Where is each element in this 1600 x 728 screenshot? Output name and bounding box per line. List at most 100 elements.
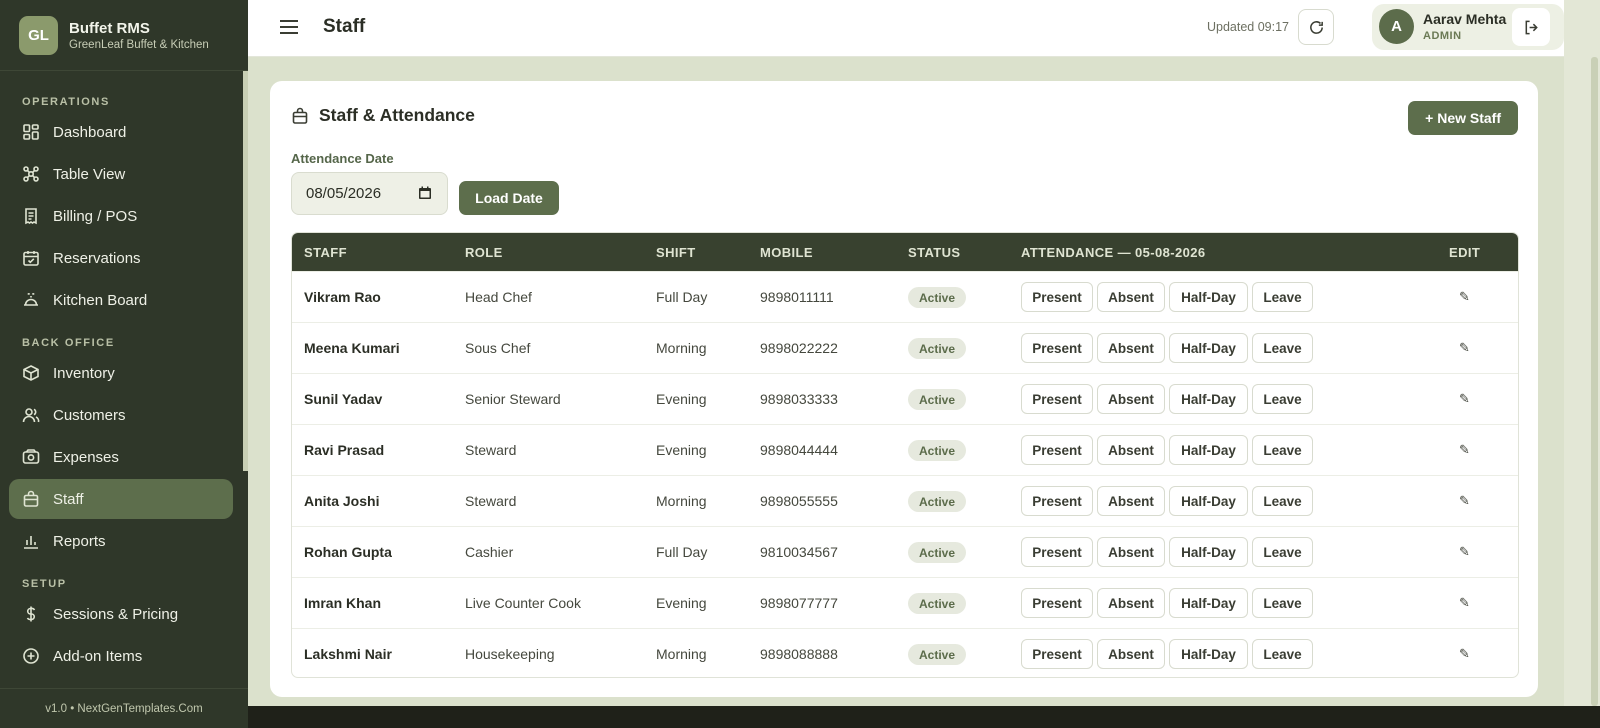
sidebar-item-add-on-items[interactable]: Add-on Items [9, 636, 233, 676]
attendance-leave-button[interactable]: Leave [1252, 639, 1313, 669]
attendance-date-label: Attendance Date [291, 151, 394, 166]
attendance-present-button[interactable]: Present [1021, 282, 1093, 312]
edit-icon[interactable]: ✎ [1459, 493, 1470, 509]
updated-timestamp: Updated 09:17 [1206, 20, 1289, 34]
sidebar-item-billing[interactable]: Billing / POS [9, 196, 233, 236]
sidebar-item-label: Reservations [53, 249, 141, 267]
attendance-half-day-button[interactable]: Half-Day [1169, 333, 1248, 363]
header-status[interactable]: STATUS [908, 245, 960, 260]
attendance-leave-button[interactable]: Leave [1252, 486, 1313, 516]
table-row: Ravi Prasad Steward Evening 9898044444 Activ… [292, 424, 1518, 475]
bag-icon [22, 490, 40, 508]
table-header: STAFF ROLE SHIFT MOBILE STATUS ATTENDANC… [292, 233, 1518, 271]
menu-icon[interactable] [279, 17, 299, 37]
header-staff[interactable]: STAFF [304, 245, 347, 260]
bottom-edge [248, 706, 1600, 728]
sidebar-item-kitchen-board[interactable]: Kitchen Board [9, 280, 233, 320]
date-value: 08/05/2026 [306, 185, 382, 202]
sidebar-item-customers[interactable]: Customers [9, 395, 233, 435]
main-area: Staff Updated 09:17 A Aarav Mehta ADMIN … [248, 0, 1564, 706]
attendance-leave-button[interactable]: Leave [1252, 537, 1313, 567]
attendance-leave-button[interactable]: Leave [1252, 384, 1313, 414]
attendance-half-day-button[interactable]: Half-Day [1169, 639, 1248, 669]
attendance-absent-button[interactable]: Absent [1097, 639, 1165, 669]
table-row: Anita Joshi Steward Morning 9898055555 Activ… [292, 475, 1518, 526]
load-date-button[interactable]: Load Date [459, 181, 559, 215]
attendance-date-input[interactable]: 08/05/2026 [291, 172, 448, 215]
attendance-half-day-button[interactable]: Half-Day [1169, 282, 1248, 312]
attendance-present-button[interactable]: Present [1021, 333, 1093, 363]
attendance-absent-button[interactable]: Absent [1097, 537, 1165, 567]
attendance-leave-button[interactable]: Leave [1252, 588, 1313, 618]
logout-icon [1525, 20, 1538, 34]
edit-icon[interactable]: ✎ [1459, 544, 1470, 560]
header-mobile[interactable]: MOBILE [760, 245, 813, 260]
attendance-leave-button[interactable]: Leave [1252, 333, 1313, 363]
attendance-present-button[interactable]: Present [1021, 537, 1093, 567]
staff-role: Housekeeping [465, 646, 555, 662]
attendance-leave-button[interactable]: Leave [1252, 435, 1313, 465]
new-staff-button[interactable]: + New Staff [1408, 101, 1518, 135]
attendance-half-day-button[interactable]: Half-Day [1169, 384, 1248, 414]
user-card[interactable]: A Aarav Mehta ADMIN [1372, 4, 1564, 50]
attendance-present-button[interactable]: Present [1021, 588, 1093, 618]
attendance-absent-button[interactable]: Absent [1097, 333, 1165, 363]
sidebar-item-staff[interactable]: Staff [9, 479, 233, 519]
status-badge: Active [908, 491, 967, 512]
edit-icon[interactable]: ✎ [1459, 340, 1470, 356]
attendance-present-button[interactable]: Present [1021, 639, 1093, 669]
sidebar-item-dashboard[interactable]: Dashboard [9, 112, 233, 152]
brand-title: Buffet RMS [69, 19, 150, 37]
edit-icon[interactable]: ✎ [1459, 595, 1470, 611]
refresh-button[interactable] [1298, 9, 1334, 45]
attendance-absent-button[interactable]: Absent [1097, 282, 1165, 312]
dashboard-icon [22, 123, 40, 141]
page-scrollbar[interactable] [1564, 0, 1600, 706]
staff-name: Vikram Rao [304, 289, 381, 305]
sidebar-item-label: Inventory [53, 364, 115, 382]
attendance-half-day-button[interactable]: Half-Day [1169, 486, 1248, 516]
calendar-icon[interactable] [418, 186, 432, 200]
edit-icon[interactable]: ✎ [1459, 391, 1470, 407]
sidebar-item-reports[interactable]: Reports [9, 521, 233, 561]
section-label-operations: OPERATIONS [22, 96, 110, 108]
staff-name: Rohan Gupta [304, 544, 392, 560]
attendance-half-day-button[interactable]: Half-Day [1169, 537, 1248, 567]
logout-button[interactable] [1512, 8, 1550, 46]
table-body: Vikram Rao Head Chef Full Day 9898011111 Act… [292, 271, 1518, 677]
attendance-present-button[interactable]: Present [1021, 435, 1093, 465]
attendance-present-button[interactable]: Present [1021, 486, 1093, 516]
attendance-half-day-button[interactable]: Half-Day [1169, 588, 1248, 618]
sidebar-item-sessions-pricing[interactable]: Sessions & Pricing [9, 594, 233, 634]
attendance-absent-button[interactable]: Absent [1097, 435, 1165, 465]
status-badge: Active [908, 338, 967, 359]
sidebar-item-table-view[interactable]: Table View [9, 154, 233, 194]
scrollbar-thumb[interactable] [1591, 57, 1598, 706]
sidebar-item-label: Kitchen Board [53, 291, 148, 309]
section-label-setup: SETUP [22, 578, 67, 590]
attendance-half-day-button[interactable]: Half-Day [1169, 435, 1248, 465]
staff-mobile: 9810034567 [760, 544, 838, 560]
header-role[interactable]: ROLE [465, 245, 503, 260]
staff-shift: Evening [656, 595, 707, 611]
sidebar-item-expenses[interactable]: Expenses [9, 437, 233, 477]
edit-icon[interactable]: ✎ [1459, 646, 1470, 662]
dollar-icon [22, 605, 40, 623]
edit-icon[interactable]: ✎ [1459, 442, 1470, 458]
attendance-absent-button[interactable]: Absent [1097, 486, 1165, 516]
sidebar-item-label: Table View [53, 165, 126, 183]
staff-role: Senior Steward [465, 391, 561, 407]
attendance-absent-button[interactable]: Absent [1097, 384, 1165, 414]
attendance-leave-button[interactable]: Leave [1252, 282, 1313, 312]
header-shift[interactable]: SHIFT [656, 245, 696, 260]
attendance-present-button[interactable]: Present [1021, 384, 1093, 414]
attendance-absent-button[interactable]: Absent [1097, 588, 1165, 618]
status-badge: Active [908, 542, 967, 563]
sidebar-nav: OPERATIONS Dashboard Table View Billing … [0, 71, 243, 681]
cloche-icon [22, 291, 40, 309]
staff-shift: Evening [656, 391, 707, 407]
table-row: Vikram Rao Head Chef Full Day 9898011111 Act… [292, 271, 1518, 322]
edit-icon[interactable]: ✎ [1459, 289, 1470, 305]
sidebar-item-inventory[interactable]: Inventory [9, 353, 233, 393]
sidebar-item-reservations[interactable]: Reservations [9, 238, 233, 278]
